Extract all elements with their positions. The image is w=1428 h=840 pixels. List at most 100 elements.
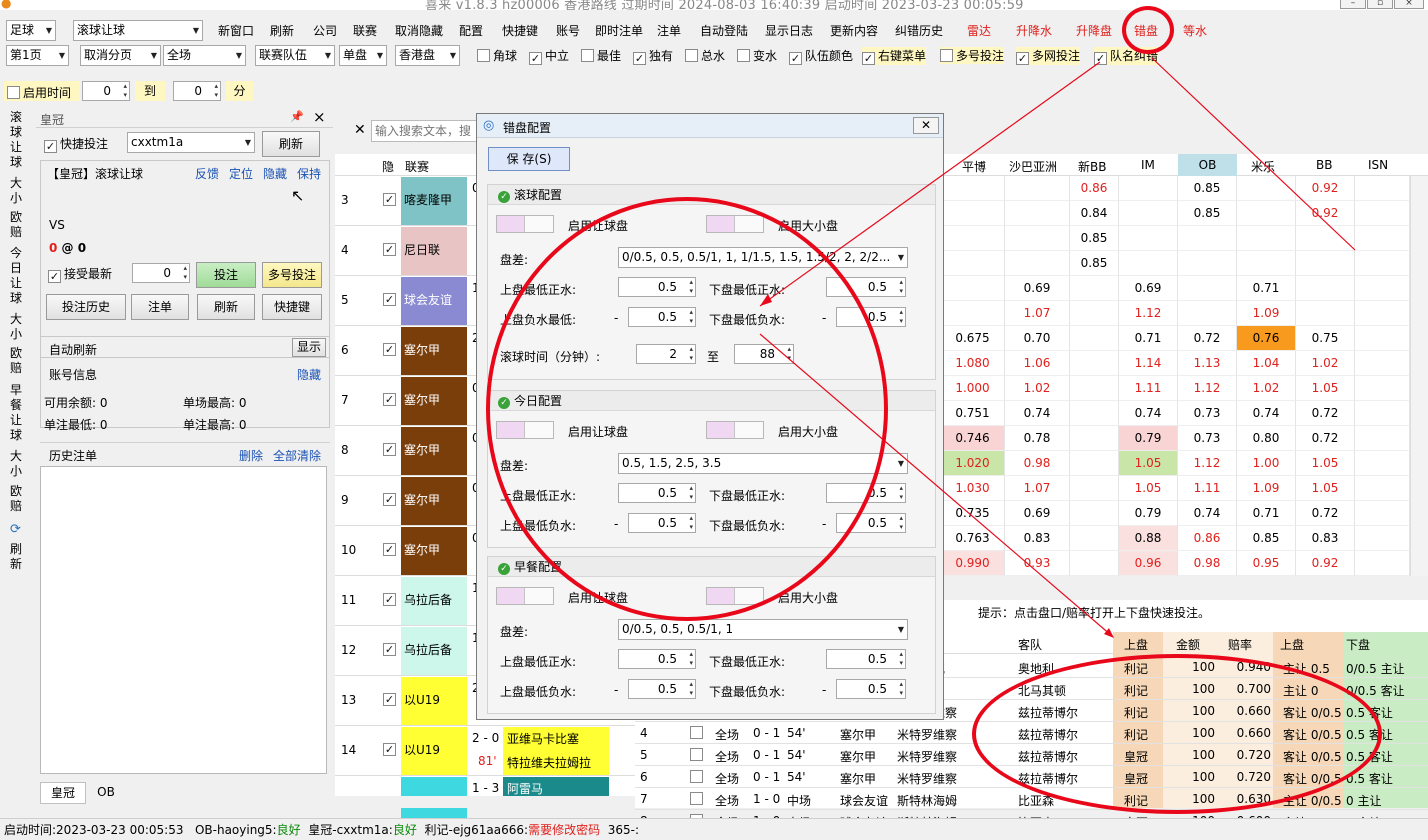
odds-cell[interactable] <box>1070 501 1119 526</box>
league-cell[interactable]: 乌拉后备 <box>401 577 467 625</box>
toolbar-red-button-0[interactable]: 雷达 <box>967 22 991 39</box>
odds-cell[interactable]: 1.12 <box>1178 451 1237 476</box>
refresh-button-2[interactable]: 刷新 <box>197 294 255 320</box>
odds-cell[interactable]: 1.04 <box>1237 351 1296 376</box>
odds-cell[interactable] <box>1355 376 1410 401</box>
odds-cell[interactable]: 1.13 <box>1178 351 1237 376</box>
toolbar-red-button-2[interactable]: 升降盘 <box>1076 22 1112 39</box>
odds-cell[interactable]: 0.92 <box>1296 176 1355 201</box>
hide-account-link[interactable]: 隐藏 <box>297 366 321 383</box>
filter-checkbox-3[interactable]: ✓ 独有 <box>633 47 673 65</box>
time-from-spinner[interactable]: 0 <box>82 81 130 101</box>
filter-checkbox-10[interactable]: ✓ 队名纠错 <box>1094 47 1159 65</box>
odds-cell[interactable] <box>1070 376 1119 401</box>
toolbar-button-10[interactable]: 自动登陆 <box>700 22 748 39</box>
horizontal-scrollbar[interactable] <box>335 796 635 808</box>
bets-button[interactable]: 注单 <box>131 294 189 320</box>
toggle-over-under[interactable] <box>706 421 764 439</box>
toggle-handicap[interactable] <box>496 421 554 439</box>
odds-cell[interactable]: 1.06 <box>1005 351 1070 376</box>
toolbar-button-2[interactable]: 公司 <box>313 22 337 39</box>
dn-min-neg-spinner[interactable]: 0.5 <box>836 307 906 327</box>
odds-cell[interactable] <box>1237 226 1296 251</box>
dn-min-neg-spinner[interactable]: 0.5 <box>836 679 906 699</box>
vertical-scrollbar[interactable] <box>1410 176 1428 576</box>
league-cell[interactable]: 乌拉后备 <box>401 627 467 675</box>
odds-cell[interactable]: 1.00 <box>1237 451 1296 476</box>
odds-cell[interactable] <box>1005 251 1070 276</box>
odds-cell[interactable]: 0.88 <box>1119 526 1178 551</box>
delete-link[interactable]: 删除 <box>239 447 263 464</box>
filter-checkbox-2[interactable]: 最佳 <box>581 47 621 64</box>
maximize-icon[interactable]: ▫ <box>1367 0 1393 9</box>
odds-cell[interactable]: 0.85 <box>1070 226 1119 251</box>
up-min-pos-spinner[interactable]: 0.5 <box>618 649 696 669</box>
hide-row-checkbox[interactable]: ✓ <box>383 343 396 356</box>
odds-cell[interactable] <box>1355 526 1410 551</box>
odds-cell[interactable]: 0.74 <box>1178 501 1237 526</box>
league-cell[interactable]: 塞尔甲 <box>401 527 467 575</box>
sidebar-item-today-ou[interactable]: 大小 <box>10 312 24 342</box>
toolbar-button-4[interactable]: 取消隐藏 <box>395 22 443 39</box>
odds-cell[interactable]: 0.76 <box>1237 326 1296 351</box>
odds-cell[interactable]: 0.95 <box>1237 551 1296 576</box>
hide-row-checkbox[interactable]: ✓ <box>383 193 396 206</box>
odds-cell[interactable]: 0.763 <box>941 526 1005 551</box>
filter-checkbox-7[interactable]: ✓ 右键菜单 <box>862 47 927 65</box>
locate-link[interactable]: 定位 <box>229 165 253 182</box>
dialog-close-icon[interactable]: ✕ <box>913 117 939 134</box>
col-mile[interactable]: 米乐 <box>1251 158 1275 175</box>
odds-cell[interactable]: 0.746 <box>941 426 1005 451</box>
odds-cell[interactable] <box>1178 251 1237 276</box>
sidebar-item-early-ou[interactable]: 大小 <box>10 449 24 479</box>
dn-min-pos-spinner[interactable]: 0.5 <box>826 649 906 669</box>
odds-cell[interactable] <box>1005 226 1070 251</box>
odds-cell[interactable]: 0.85 <box>1070 251 1119 276</box>
league-cell[interactable]: 以U19 <box>401 677 467 725</box>
col-pinnacle[interactable]: 平博 <box>962 158 986 175</box>
odds-cell[interactable]: 1.05 <box>1119 476 1178 501</box>
toolbar-button-7[interactable]: 账号 <box>556 22 580 39</box>
odds-cell[interactable] <box>1355 351 1410 376</box>
odds-cell[interactable]: 1.14 <box>1119 351 1178 376</box>
scope-select[interactable]: 全场 ▼ <box>163 45 246 66</box>
odds-cell[interactable] <box>1237 176 1296 201</box>
odds-cell[interactable]: 0.74 <box>1237 401 1296 426</box>
hide-row-checkbox[interactable]: ✓ <box>383 443 396 456</box>
odds-cell[interactable]: 0.84 <box>1070 201 1119 226</box>
sidebar-item-today-1x2[interactable]: 欧赔 <box>10 346 24 376</box>
odds-cell[interactable] <box>1119 226 1178 251</box>
odds-cell[interactable] <box>1070 351 1119 376</box>
odds-cell[interactable] <box>1070 551 1119 576</box>
toolbar-button-9[interactable]: 注单 <box>657 22 681 39</box>
diff-select[interactable]: 0.5, 1.5, 2.5, 3.5 ▼ <box>618 453 908 474</box>
sidebar-item-live-1x2[interactable]: 欧赔 <box>10 210 24 240</box>
odds-cell[interactable] <box>1355 326 1410 351</box>
odds-cell[interactable] <box>1070 451 1119 476</box>
hide-row-checkbox[interactable]: ✓ <box>383 693 396 706</box>
refresh-button[interactable]: 刷新 <box>262 131 320 157</box>
odds-cell[interactable] <box>1070 426 1119 451</box>
odds-cell[interactable]: 1.030 <box>941 476 1005 501</box>
odds-cell[interactable] <box>1178 276 1237 301</box>
toolbar-red-button-3[interactable]: 错盘 <box>1134 22 1158 39</box>
odds-cell[interactable]: 0.71 <box>1237 501 1296 526</box>
odds-cell[interactable] <box>1070 526 1119 551</box>
clear-all-link[interactable]: 全部清除 <box>273 447 321 464</box>
odds-cell[interactable]: 1.05 <box>1296 476 1355 501</box>
diff-select[interactable]: 0/0.5, 0.5, 0.5/1, 1 ▼ <box>618 619 908 640</box>
tab-ob[interactable]: OB <box>88 782 124 804</box>
odds-cell[interactable]: 1.09 <box>1237 301 1296 326</box>
odds-cell[interactable] <box>1355 426 1410 451</box>
dn-min-pos-spinner[interactable]: 0.5 <box>826 483 906 503</box>
col-newbb[interactable]: 新BB <box>1078 158 1106 175</box>
records-col-header[interactable]: 赔率 <box>1228 636 1252 653</box>
odds-cell[interactable]: 0.98 <box>1005 451 1070 476</box>
refresh-icon[interactable]: ⟳ <box>10 522 24 537</box>
odds-cell[interactable]: 1.02 <box>1237 376 1296 401</box>
line-type-select[interactable]: 单盘 ▼ <box>339 45 387 66</box>
odds-cell[interactable] <box>1355 451 1410 476</box>
toolbar-button-13[interactable]: 纠错历史 <box>895 22 943 39</box>
market-select[interactable]: 滚球让球 ▼ <box>73 20 203 41</box>
odds-cell[interactable]: 1.11 <box>1119 376 1178 401</box>
